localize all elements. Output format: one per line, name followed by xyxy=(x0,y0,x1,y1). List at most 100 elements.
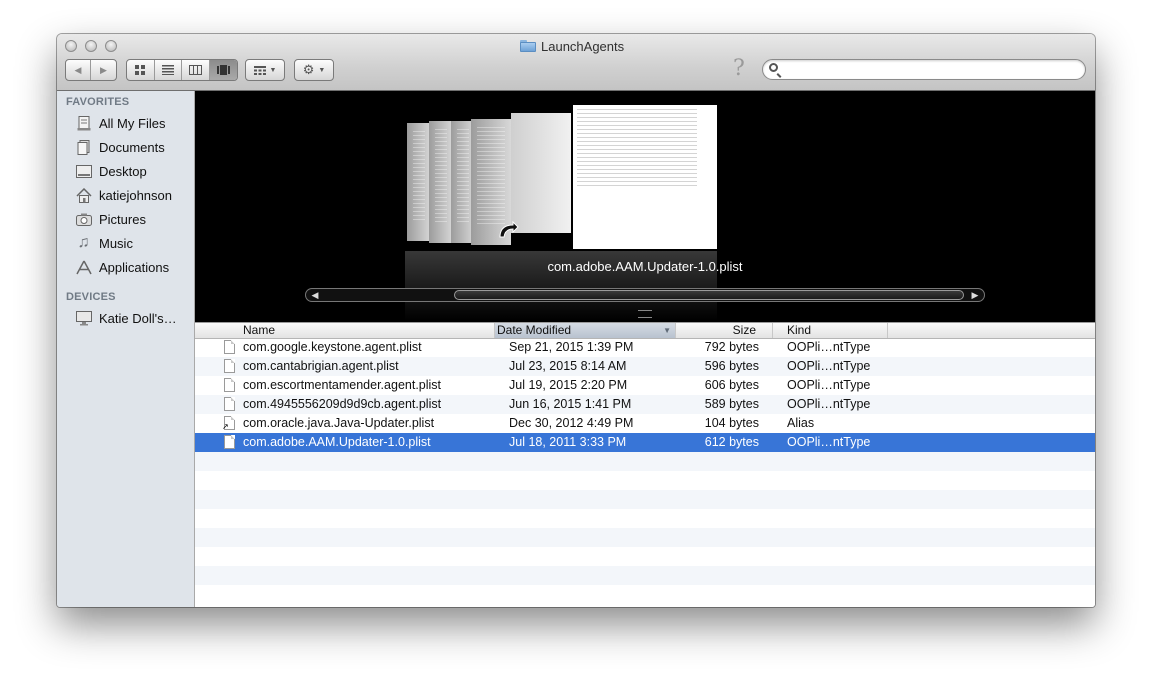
file-name: com.oracle.java.Java-Updater.plist xyxy=(243,416,435,430)
plist-file-icon xyxy=(224,397,235,411)
plist-file-icon xyxy=(224,378,235,392)
empty-row xyxy=(195,566,1095,585)
sidebar-item-documents[interactable]: Documents xyxy=(57,136,194,158)
home-icon xyxy=(75,187,92,203)
file-name: com.escortmentamender.agent.plist xyxy=(243,378,442,392)
column-header-name[interactable]: Name xyxy=(195,323,495,338)
cover-flow-item[interactable] xyxy=(407,123,431,241)
back-button[interactable]: ◀ xyxy=(66,60,91,80)
file-kind: OOPli…ntType xyxy=(787,359,871,373)
arrange-button[interactable]: ▼ xyxy=(246,60,284,80)
table-row[interactable]: com.4945556209d9d9cb.agent.plist Jun 16,… xyxy=(195,395,1095,414)
sidebar-item-computer[interactable]: Katie Doll's… xyxy=(57,307,194,329)
cover-flow-scroll-thumb[interactable] xyxy=(454,290,964,300)
cover-flow-scrollbar[interactable]: ◀ ▶ xyxy=(305,288,985,302)
column-header-kind[interactable]: Kind xyxy=(773,323,888,338)
coverflow-view-button[interactable] xyxy=(209,60,237,80)
plist-file-icon xyxy=(224,435,235,449)
forward-button[interactable]: ▶ xyxy=(91,60,116,80)
file-kind: OOPli…ntType xyxy=(787,435,871,449)
all-files-icon xyxy=(75,115,92,131)
sidebar-item-applications[interactable]: Applications xyxy=(57,256,194,278)
file-size: 792 bytes xyxy=(704,340,759,354)
table-row[interactable]: ↗ com.oracle.java.Java-Updater.plist Dec… xyxy=(195,414,1095,433)
close-button[interactable] xyxy=(65,40,77,52)
list-view-icon xyxy=(161,65,174,75)
cover-flow-item[interactable] xyxy=(429,121,453,243)
column-view-button[interactable] xyxy=(182,60,210,80)
sidebar-item-music[interactable]: ♫ Music xyxy=(57,232,194,254)
action-menu-button[interactable]: ⚙ ▼ xyxy=(294,59,334,81)
table-row-selected[interactable]: com.adobe.AAM.Updater-1.0.plist Jul 18, … xyxy=(195,433,1095,452)
camera-icon xyxy=(75,212,92,227)
file-name: com.4945556209d9d9cb.agent.plist xyxy=(243,397,442,411)
sidebar: FAVORITES All My Files Documents Desktop… xyxy=(57,91,195,607)
applications-icon xyxy=(75,260,92,275)
empty-row xyxy=(195,528,1095,547)
chevron-down-icon: ▼ xyxy=(318,66,326,74)
file-size: 596 bytes xyxy=(704,359,759,373)
help-icon[interactable]: ? xyxy=(733,56,745,81)
zoom-button[interactable] xyxy=(105,40,117,52)
action-button[interactable]: ⚙ ▼ xyxy=(295,60,333,80)
table-row[interactable]: com.google.keystone.agent.plist Sep 21, … xyxy=(195,338,1095,357)
cover-flow[interactable]: com.adobe.AAM.Updater-1.0.plist ◀ ▶ xyxy=(195,91,1095,322)
finder-window: LaunchAgents ◀ ▶ ▼ ⚙ ▼ ? FAVORITES All M… xyxy=(57,34,1095,607)
empty-row xyxy=(195,509,1095,528)
column-header-date-label: Date Modified xyxy=(497,323,572,337)
alias-file-icon: ↗ xyxy=(222,416,235,431)
folder-icon xyxy=(520,40,536,52)
gear-icon: ⚙ xyxy=(302,62,315,77)
table-row[interactable]: com.cantabrigian.agent.plist Jul 23, 201… xyxy=(195,357,1095,376)
file-kind: OOPli…ntType xyxy=(787,340,871,354)
empty-row xyxy=(195,452,1095,471)
cover-flow-selected-item[interactable] xyxy=(573,105,717,249)
file-date: Jul 18, 2011 3:33 PM xyxy=(509,435,627,449)
forward-arrow-icon: ▶ xyxy=(100,64,107,75)
icon-view-button[interactable] xyxy=(127,60,155,80)
back-forward-control: ◀ ▶ xyxy=(65,59,117,81)
resize-grip-icon[interactable] xyxy=(638,310,652,318)
sidebar-item-label: katiejohnson xyxy=(99,187,172,203)
list-view-button[interactable] xyxy=(155,60,182,80)
scroll-right-arrow-icon[interactable]: ▶ xyxy=(968,289,982,301)
arrange-icon xyxy=(253,65,266,75)
cover-flow-caption: com.adobe.AAM.Updater-1.0.plist xyxy=(195,259,1095,274)
sidebar-item-katiejohnson[interactable]: katiejohnson xyxy=(57,184,194,206)
column-view-icon xyxy=(188,65,202,75)
file-date: Jul 19, 2015 2:20 PM xyxy=(509,378,628,392)
file-name: com.adobe.AAM.Updater-1.0.plist xyxy=(243,435,431,449)
sidebar-item-desktop[interactable]: Desktop xyxy=(57,160,194,182)
sidebar-item-label: Katie Doll's… xyxy=(99,310,177,326)
cover-flow-item-alias[interactable] xyxy=(499,113,571,238)
scroll-left-arrow-icon[interactable]: ◀ xyxy=(308,289,322,301)
favorites-heading: FAVORITES xyxy=(66,96,130,108)
file-list: Name Date Modified ▼ Size Kind com.googl… xyxy=(195,322,1095,607)
sidebar-item-label: Pictures xyxy=(99,211,146,227)
toolbar: LaunchAgents ◀ ▶ ▼ ⚙ ▼ ? xyxy=(57,34,1095,91)
cover-flow-caption-text: com.adobe.AAM.Updater-1.0.plist xyxy=(547,259,743,274)
arrange-menu-button[interactable]: ▼ xyxy=(245,59,285,81)
file-size: 612 bytes xyxy=(704,435,759,449)
coverflow-view-icon xyxy=(216,65,230,75)
window-title: LaunchAgents xyxy=(520,37,624,55)
sidebar-item-pictures[interactable]: Pictures xyxy=(57,208,194,230)
sidebar-item-all-my-files[interactable]: All My Files xyxy=(57,112,194,134)
file-size: 589 bytes xyxy=(704,397,759,411)
search-input[interactable] xyxy=(783,61,1082,80)
search-field[interactable] xyxy=(762,59,1086,80)
documents-icon xyxy=(75,139,92,155)
view-mode-control xyxy=(126,59,238,81)
table-row[interactable]: com.escortmentamender.agent.plist Jul 19… xyxy=(195,376,1095,395)
column-header-size[interactable]: Size xyxy=(676,323,773,338)
devices-heading: DEVICES xyxy=(66,291,116,303)
sort-descending-icon: ▼ xyxy=(663,326,671,335)
empty-row xyxy=(195,490,1095,509)
file-date: Jun 16, 2015 1:41 PM xyxy=(509,397,632,411)
file-date: Jul 23, 2015 8:14 AM xyxy=(509,359,627,373)
alias-arrow-icon xyxy=(499,221,519,238)
minimize-button[interactable] xyxy=(85,40,97,52)
music-note-icon: ♫ xyxy=(77,234,90,251)
column-header-date-modified[interactable]: Date Modified ▼ xyxy=(495,323,676,338)
sidebar-item-label: Applications xyxy=(99,259,170,275)
